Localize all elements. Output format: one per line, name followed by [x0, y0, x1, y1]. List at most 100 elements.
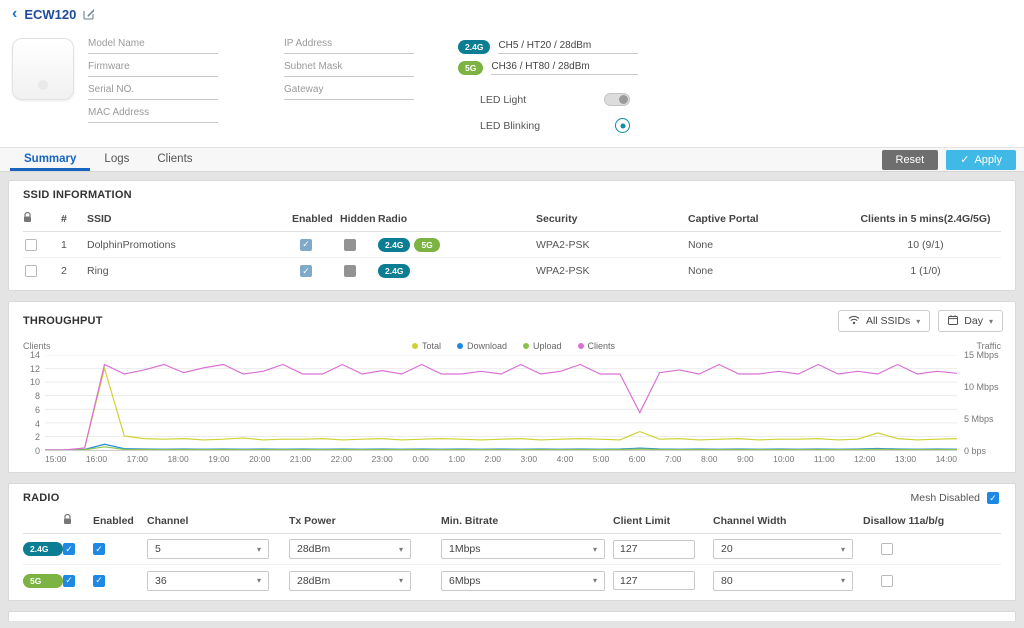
model-name-field: Model Name	[88, 38, 218, 54]
x-tick-label: 23:00	[372, 454, 393, 464]
subnet-mask-field: Subnet Mask	[284, 61, 414, 77]
ssid-row1-radio-badges: 2.4G 5G	[378, 238, 536, 252]
col-channel: Channel	[147, 515, 289, 527]
radio-2g-channel-select[interactable]: 5▾	[147, 539, 269, 559]
time-range-dropdown[interactable]: Day ▾	[938, 310, 1003, 332]
radio-2g-txpower-select[interactable]: 28dBm▾	[289, 539, 411, 559]
ssid-table-header: # SSID Enabled Hidden Radio Security Cap…	[23, 206, 1001, 232]
calendar-icon	[948, 315, 958, 328]
radio-row-2g: 2.4G 5▾ 28dBm▾ 1Mbps▾ 20▾	[23, 534, 1001, 565]
device-fields-left: Model Name Firmware Serial NO. MAC Addre…	[88, 38, 218, 130]
ssid-information-panel: SSID INFORMATION # SSID Enabled Hidden R…	[8, 180, 1016, 291]
gateway-field: Gateway	[284, 84, 414, 100]
badge-5g: 5G	[458, 61, 483, 75]
ssid-row2-radio-badges: 2.4G	[378, 264, 536, 278]
radio-5g-client-limit-input[interactable]	[613, 571, 695, 590]
device-fields-mid: IP Address Subnet Mask Gateway	[284, 38, 414, 107]
x-tick-label: 20:00	[249, 454, 270, 464]
reset-button[interactable]: Reset	[882, 150, 939, 170]
tab-bar: Summary Logs Clients Reset ✓ Apply	[0, 147, 1024, 172]
x-tick-label: 9:00	[737, 454, 754, 464]
access-point-image	[12, 38, 74, 100]
chart-legend-row: Clients TotalDownloadUploadClients Traff…	[23, 339, 1001, 353]
radio-2g-lock-checkbox[interactable]	[63, 543, 75, 555]
subnet-mask-label: Subnet Mask	[284, 61, 342, 72]
tab-actions: Reset ✓ Apply	[882, 148, 1017, 171]
ssid-row2-enabled-checkbox[interactable]	[300, 265, 312, 277]
chevron-down-icon: ▾	[399, 545, 403, 554]
apply-label: Apply	[974, 154, 1002, 166]
mac-field: MAC Address	[88, 107, 218, 123]
radio-5g-txpower-select[interactable]: 28dBm▾	[289, 571, 411, 591]
radio-5g-channel-width-select[interactable]: 80▾	[713, 571, 853, 591]
mesh-disabled-checkbox[interactable]	[987, 492, 999, 504]
radio-2g-channel-width-select[interactable]: 20▾	[713, 539, 853, 559]
page-title: ECW120	[24, 7, 76, 22]
x-tick-label: 16:00	[86, 454, 107, 464]
led-light-toggle[interactable]	[604, 93, 630, 106]
led-blinking-label: LED Blinking	[480, 120, 540, 132]
x-tick-label: 13:00	[895, 454, 916, 464]
legend-item-upload[interactable]: Upload	[523, 341, 562, 351]
apply-check-icon: ✓	[960, 153, 969, 166]
x-tick-label: 17:00	[127, 454, 148, 464]
radio-summary-5g: 5G CH36 / HT80 / 28dBm	[458, 59, 638, 75]
col-security: Security	[536, 213, 688, 225]
tab-logs[interactable]: Logs	[90, 148, 143, 171]
badge-2-4g: 2.4G	[458, 40, 490, 54]
x-tick-label: 14:00	[936, 454, 957, 464]
x-tick-label: 5:00	[593, 454, 610, 464]
radio-5g-enabled-checkbox[interactable]	[93, 575, 105, 587]
radio-summary-2g: 2.4G CH5 / HT20 / 28dBm	[458, 38, 638, 54]
ssid-row1-select-checkbox[interactable]	[25, 239, 37, 251]
throughput-plot	[45, 355, 957, 451]
col-tx-power: Tx Power	[289, 515, 441, 527]
radio-2g-bitrate-select[interactable]: 1Mbps▾	[441, 539, 605, 559]
radio-5g-value: CH36 / HT80 / 28dBm	[491, 61, 638, 75]
radio-5g-channel-select[interactable]: 36▾	[147, 571, 269, 591]
col-captive-portal: Captive Portal	[688, 213, 850, 225]
radio-5g-lock-checkbox[interactable]	[63, 575, 75, 587]
x-tick-label: 2:00	[484, 454, 501, 464]
legend-item-download[interactable]: Download	[457, 341, 507, 351]
radio-2g-enabled-checkbox[interactable]	[93, 543, 105, 555]
apply-button[interactable]: ✓ Apply	[946, 150, 1016, 170]
back-button[interactable]: ‹	[12, 6, 17, 22]
ssid-row2-select-checkbox[interactable]	[25, 265, 37, 277]
x-tick-label: 8:00	[701, 454, 718, 464]
radio-2g-disallow-checkbox[interactable]	[881, 543, 893, 555]
ssid-filter-label: All SSIDs	[866, 315, 910, 327]
x-tick-label: 0:00	[412, 454, 429, 464]
x-tick-label: 3:00	[521, 454, 538, 464]
col-client-limit: Client Limit	[613, 515, 713, 527]
x-tick-label: 6:00	[629, 454, 646, 464]
led-blinking-button[interactable]	[615, 118, 630, 133]
radio-5g-disallow-checkbox[interactable]	[881, 575, 893, 587]
x-tick-label: 7:00	[665, 454, 682, 464]
ip-address-field: IP Address	[284, 38, 414, 54]
ssid-row1-enabled-checkbox[interactable]	[300, 239, 312, 251]
legend-item-clients[interactable]: Clients	[578, 341, 616, 351]
ssid-row1-hidden-checkbox[interactable]	[344, 239, 356, 251]
throughput-section-title: THROUGHPUT	[23, 315, 103, 327]
tab-summary[interactable]: Summary	[10, 148, 90, 171]
x-tick-label: 19:00	[208, 454, 229, 464]
radio-5g-bitrate-select[interactable]: 6Mbps▾	[441, 571, 605, 591]
edit-device-name-icon[interactable]	[83, 8, 95, 20]
mesh-disabled-control: Mesh Disabled	[911, 492, 999, 504]
legend-item-total[interactable]: Total	[412, 341, 441, 351]
x-tick-label: 10:00	[773, 454, 794, 464]
col-num: #	[61, 213, 87, 225]
tab-clients[interactable]: Clients	[143, 148, 206, 171]
x-tick-label: 12:00	[854, 454, 875, 464]
chevron-down-icon: ▾	[989, 317, 993, 326]
chart-legend[interactable]: Total Download Upload Clients	[51, 341, 977, 351]
ssid-section-title: SSID INFORMATION	[23, 189, 132, 201]
chart-y-right: 0 bps5 Mbps10 Mbps15 Mbps	[957, 355, 1005, 451]
ssid-row2-hidden-checkbox[interactable]	[344, 265, 356, 277]
ssid-filter-dropdown[interactable]: All SSIDs ▾	[838, 310, 930, 332]
led-light-row: LED Light	[480, 93, 630, 106]
chevron-down-icon: ▾	[841, 545, 845, 554]
radio-2g-client-limit-input[interactable]	[613, 540, 695, 559]
chevron-down-icon: ▾	[593, 576, 597, 585]
